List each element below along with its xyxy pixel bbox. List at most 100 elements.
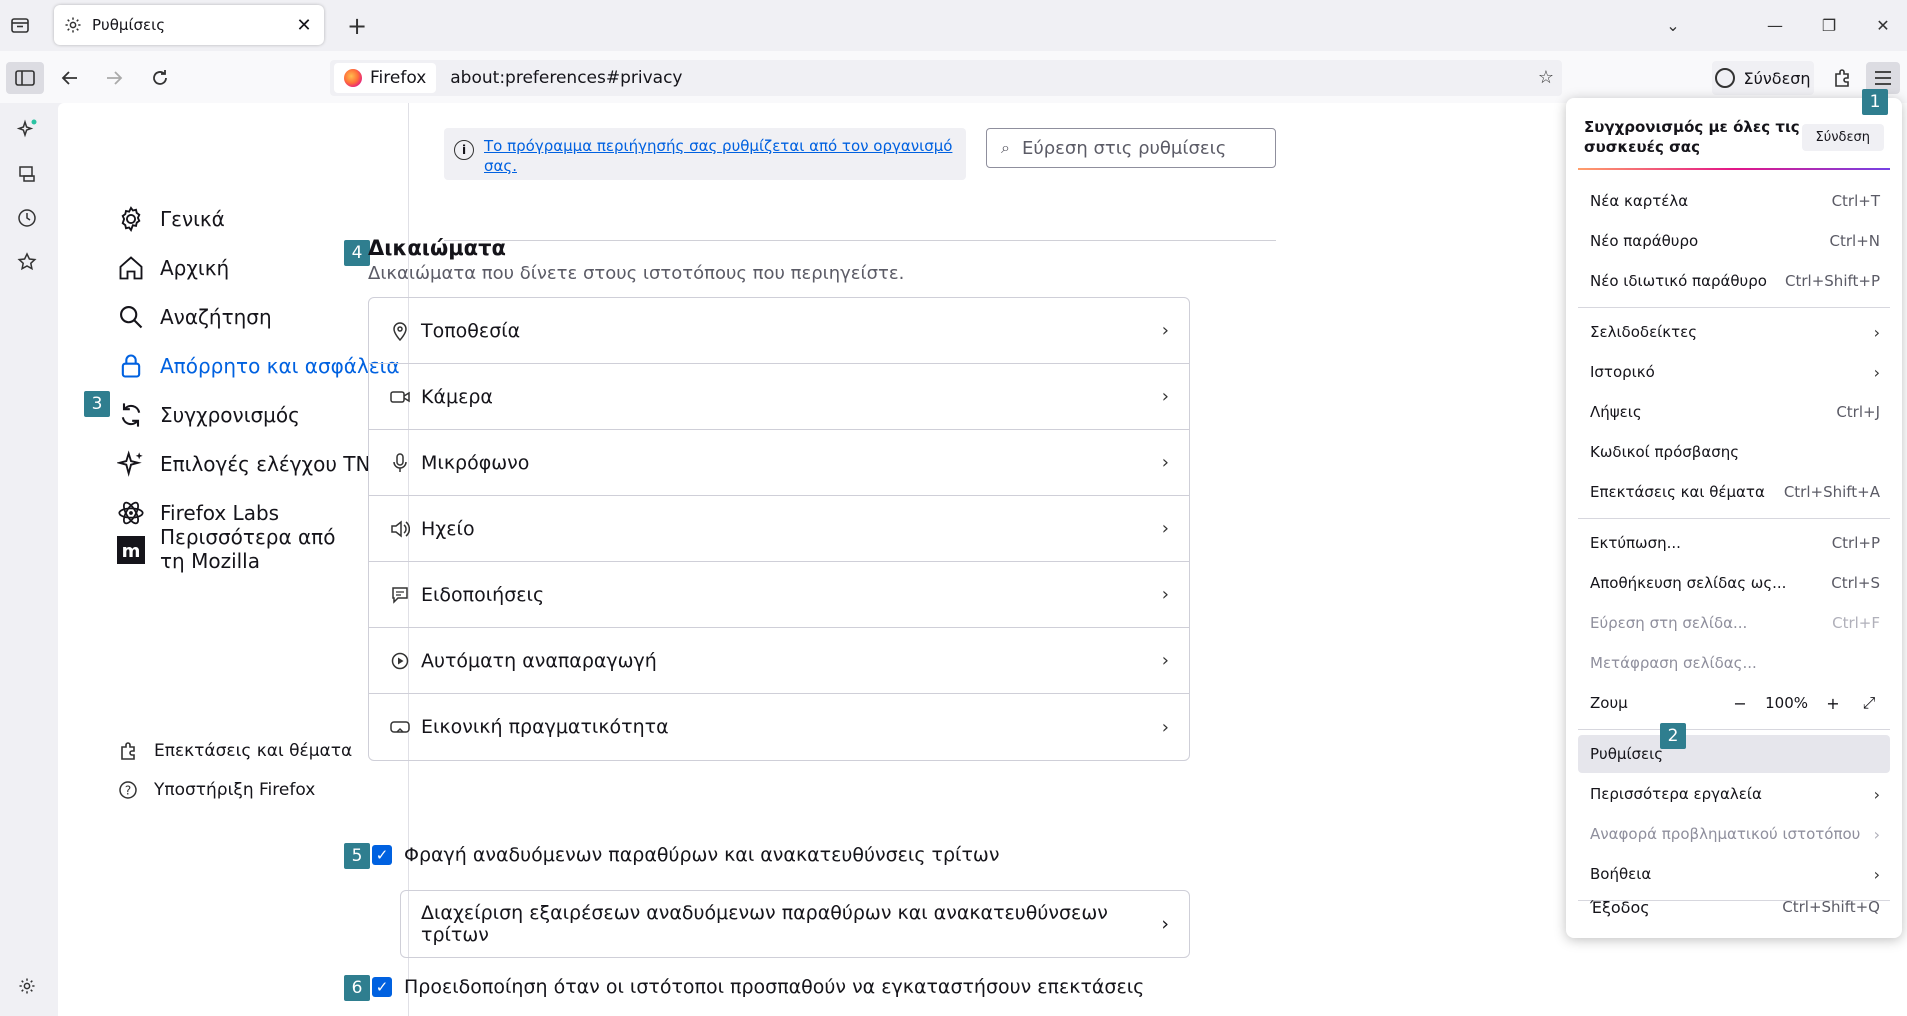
marker-badge-2: 2 <box>1660 723 1686 749</box>
lock-icon <box>114 349 148 383</box>
footer-addons-link[interactable]: Επεκτάσεις και θέματα <box>116 739 352 763</box>
sidebar-icon <box>15 70 35 86</box>
permission-autoplay[interactable]: Αυτόματη αναπαραγωγή › <box>369 628 1189 694</box>
menu-print[interactable]: Εκτύπωση... Ctrl+P <box>1578 524 1890 562</box>
tab-settings[interactable]: Ρυθμίσεις ✕ <box>54 5 324 45</box>
zoom-level[interactable]: 100% <box>1765 694 1808 712</box>
menu-bookmarks[interactable]: Σελιδοδείκτες › <box>1578 313 1890 351</box>
menu-separator <box>1578 518 1890 519</box>
footer-addons-label: Επεκτάσεις και θέματα <box>154 741 353 761</box>
warn-addons-row[interactable]: ✓ Προειδοποίηση όταν οι ιστότοποι προσπα… <box>372 976 1144 998</box>
back-button[interactable] <box>54 62 86 94</box>
permission-notifications[interactable]: Ειδοποιήσεις › <box>369 562 1189 628</box>
marker-badge-3: 3 <box>84 391 110 417</box>
menu-save-page[interactable]: Αποθήκευση σελίδας ως... Ctrl+S <box>1578 564 1890 602</box>
reload-icon <box>153 70 167 85</box>
menu-more-tools[interactable]: Περισσότερα εργαλεία › <box>1578 775 1890 813</box>
category-sync[interactable]: Συγχρονισμός <box>114 398 300 432</box>
category-label: Επιλογές ελέγχου ΤΝ <box>160 452 371 476</box>
menu-translate-page[interactable]: Μετάφραση σελίδας... <box>1578 644 1890 682</box>
account-signin-button[interactable]: Σύνδεση <box>1712 61 1814 95</box>
menu-new-window[interactable]: Νέο παράθυρο Ctrl+N <box>1578 222 1890 260</box>
permission-label: Κάμερα <box>421 385 493 408</box>
category-label: Περισσότερα από τη Mozilla <box>160 525 336 573</box>
menu-separator <box>1578 729 1890 730</box>
block-popups-row[interactable]: ✓ Φραγή αναδυόμενων παραθύρων και ανακατ… <box>372 844 999 866</box>
permission-vr[interactable]: Εικονική πραγματικότητα › <box>369 694 1189 760</box>
bookmark-star-icon[interactable]: ☆ <box>1538 67 1554 88</box>
popup-exceptions-button[interactable]: Διαχείριση εξαιρέσεων αναδυόμενων παραθύ… <box>400 890 1190 958</box>
fullscreen-icon[interactable]: ⤢ <box>1858 692 1880 714</box>
sync-signin-button[interactable]: Σύνδεση <box>1801 123 1884 151</box>
close-window-button[interactable]: ✕ <box>1870 12 1896 38</box>
permission-label: Μικρόφωνο <box>421 451 530 474</box>
warn-addons-checkbox[interactable]: ✓ <box>372 977 392 997</box>
customize-sidebar-gear-icon[interactable] <box>14 973 40 999</box>
permissions-heading: Δικαιώματα <box>368 236 506 260</box>
chevron-right-icon: › <box>1873 322 1880 342</box>
close-tab-icon[interactable]: ✕ <box>294 15 314 36</box>
new-tab-button[interactable]: + <box>344 12 370 40</box>
identity-box[interactable]: Firefox <box>334 63 437 93</box>
nav-bar: Firefox about:preferences#privacy ☆ Σύνδ… <box>0 51 1907 103</box>
permission-microphone[interactable]: Μικρόφωνο › <box>369 430 1189 496</box>
marker-badge-6: 6 <box>344 975 370 1001</box>
footer-support-link[interactable]: ? Υποστήριξη Firefox <box>116 778 315 802</box>
hamburger-icon <box>1875 71 1891 85</box>
menu-new-tab[interactable]: Νέα καρτέλα Ctrl+T <box>1578 182 1890 220</box>
zoom-out-button[interactable]: − <box>1729 692 1751 714</box>
category-home[interactable]: Αρχική <box>114 251 229 285</box>
menu-new-private-window[interactable]: Νέο ιδιωτικό παράθυρο Ctrl+Shift+P <box>1578 262 1890 300</box>
menu-addons[interactable]: Επεκτάσεις και θέματα Ctrl+Shift+A <box>1578 473 1890 511</box>
zoom-in-button[interactable]: + <box>1822 692 1844 714</box>
url-bar[interactable]: Firefox about:preferences#privacy ☆ <box>330 60 1562 96</box>
restore-button[interactable]: ❐ <box>1816 12 1842 38</box>
tab-strip: Ρυθμίσεις ✕ + ⌄ — ❐ ✕ <box>0 0 1907 51</box>
search-icon: ⌕ <box>1001 138 1010 157</box>
menu-exit[interactable]: Έξοδος Ctrl+Shift+Q <box>1578 888 1890 926</box>
autoplay-icon <box>389 650 411 672</box>
permission-location[interactable]: Τοποθεσία › <box>369 298 1189 364</box>
menu-zoom: Ζουμ − 100% + ⤢ <box>1578 684 1890 722</box>
category-more-from-mozilla[interactable]: m Περισσότερα από τη Mozilla <box>114 507 340 577</box>
permission-speaker[interactable]: Ηχείο › <box>369 496 1189 562</box>
camera-icon <box>389 386 411 408</box>
menu-find-in-page[interactable]: Εύρεση στη σελίδα... Ctrl+F <box>1578 604 1890 642</box>
chevron-right-icon: › <box>1161 452 1169 473</box>
search-input[interactable]: ⌕ Εύρεση στις ρυθμίσεις <box>986 128 1276 168</box>
menu-history[interactable]: Ιστορικό › <box>1578 353 1890 391</box>
category-search[interactable]: Αναζήτηση <box>114 300 272 334</box>
category-ai-controls[interactable]: Επιλογές ελέγχου ΤΝ <box>114 447 370 481</box>
menu-passwords[interactable]: Κωδικοί πρόσβασης <box>1578 433 1890 471</box>
synced-tabs-icon[interactable] <box>14 161 40 187</box>
minimize-button[interactable]: — <box>1762 12 1788 38</box>
permission-camera[interactable]: Κάμερα › <box>369 364 1189 430</box>
menu-report-broken-site[interactable]: Αναφορά προβληματικού ιστοτόπου › <box>1578 815 1890 853</box>
reload-button[interactable] <box>144 62 176 94</box>
forward-button[interactable] <box>98 62 130 94</box>
policy-link[interactable]: Το πρόγραμμα περιήγησής σας ρυθμίζεται α… <box>484 136 956 175</box>
list-all-tabs-button[interactable]: ⌄ <box>1660 12 1686 38</box>
menu-downloads[interactable]: Λήψεις Ctrl+J <box>1578 393 1890 431</box>
category-privacy[interactable]: Απόρρητο και ασφάλεια <box>114 349 400 383</box>
arrow-right-icon <box>107 71 123 85</box>
url-text[interactable]: about:preferences#privacy <box>450 68 682 88</box>
gear-icon <box>64 15 84 35</box>
category-label: Συγχρονισμός <box>160 403 300 427</box>
firefox-view-button[interactable] <box>6 12 34 38</box>
extensions-button[interactable] <box>1826 62 1858 94</box>
sidebar-toggle-button[interactable] <box>6 62 44 94</box>
menu-settings[interactable]: Ρυθμίσεις <box>1578 735 1890 773</box>
chevron-right-icon: › <box>1161 913 1169 935</box>
block-popups-checkbox[interactable]: ✓ <box>372 845 392 865</box>
account-icon <box>1715 68 1736 88</box>
category-general[interactable]: Γενικά <box>114 202 225 236</box>
location-pin-icon <box>389 320 411 342</box>
bookmarks-star-icon[interactable] <box>14 249 40 275</box>
menu-separator <box>1578 307 1890 308</box>
chevron-right-icon: › <box>1873 784 1880 804</box>
ai-chatbot-icon[interactable] <box>14 117 40 143</box>
sync-description: Συγχρονισμός με όλες τις συσκευές σας <box>1584 118 1800 156</box>
history-clock-icon[interactable] <box>14 205 40 231</box>
sparkle-icon <box>114 447 148 481</box>
